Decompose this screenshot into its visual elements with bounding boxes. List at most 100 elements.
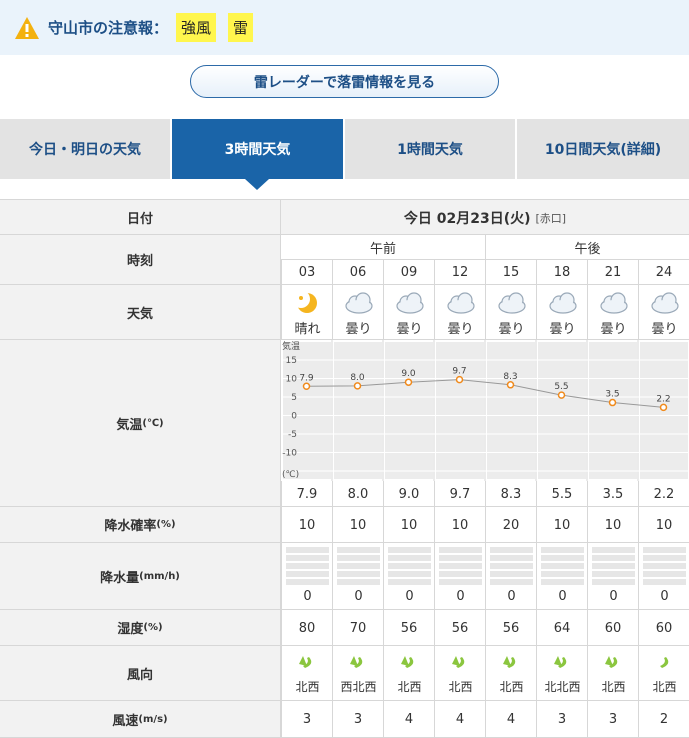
- precip-amount-cell: 0: [638, 543, 689, 610]
- humidity-unit: (%): [143, 622, 163, 633]
- rain-bar: [439, 547, 482, 553]
- wind-direction-text: 北西: [397, 680, 422, 694]
- rain-bar: [337, 547, 380, 553]
- cloud-icon: [345, 292, 373, 314]
- rain-bar: [388, 547, 431, 553]
- humidity-cell: 80: [281, 610, 332, 646]
- rain-bar: [592, 563, 635, 569]
- weather-row: 天気 晴れ 曇り 曇り 曇り 曇り 曇り 曇り 曇り: [0, 284, 689, 340]
- weather-cell: 曇り: [434, 285, 485, 340]
- precip-amount-label: 降水量: [100, 570, 140, 586]
- alert-tag-thunder[interactable]: 雷: [228, 13, 254, 42]
- chart-tick-label: -5: [288, 430, 297, 440]
- temperature-data-label: 8.0: [350, 373, 365, 383]
- humidity-cell: 70: [332, 610, 383, 646]
- hours-row: 03 06 09 12 15 18 21 24: [281, 260, 689, 285]
- tab-3hour[interactable]: 3時間天気: [172, 119, 343, 179]
- precip-amount-value: 0: [456, 589, 465, 604]
- tab-today-tomorrow[interactable]: 今日・明日の天気: [0, 119, 170, 179]
- rain-bar: [541, 563, 584, 569]
- rain-bar: [388, 563, 431, 569]
- alert-tag-strong-wind[interactable]: 強風: [176, 13, 217, 42]
- humidity-cell: 64: [536, 610, 587, 646]
- precip-amount-cell: 0: [332, 543, 383, 610]
- precip-amount-row: 降水量 (mm/h) 0 0 0 0 0 0 0 0: [0, 542, 689, 610]
- chart-tick-label: 15: [286, 356, 297, 366]
- lightning-radar-button[interactable]: 雷レーダーで落雷情報を見る: [190, 65, 499, 98]
- warning-icon: [15, 16, 39, 39]
- weather-cell: 曇り: [587, 285, 638, 340]
- date-row: 日付 今日 02月23日(火) [赤口]: [0, 199, 689, 235]
- wind-speed-cell: 3: [332, 701, 383, 738]
- alert-banner: 守山市の注意報： 強風 雷: [0, 0, 689, 55]
- weather-cell: 曇り: [383, 285, 434, 340]
- precip-amount-value: 0: [558, 589, 567, 604]
- rain-bar: [388, 555, 431, 561]
- humidity-header: 湿度 (%): [0, 610, 281, 645]
- rain-bar: [541, 571, 584, 577]
- wind-arrow-icon: [503, 656, 516, 668]
- rain-bar: [337, 579, 380, 585]
- wind-speed-cell: 2: [638, 701, 689, 738]
- rain-bar: [490, 563, 533, 569]
- chart-column-bg: [436, 342, 484, 479]
- wind-direction-cell: 北北西: [536, 646, 587, 701]
- precip-prob-cell: 10: [332, 507, 383, 543]
- temperature-label: 気温: [116, 417, 143, 433]
- hour-cell: 09: [383, 260, 434, 285]
- humidity-cell: 60: [587, 610, 638, 646]
- weather-text: 曇り: [345, 322, 372, 337]
- cloud-icon: [447, 292, 475, 314]
- rain-bar: [388, 571, 431, 577]
- wind-direction-text: 北西: [499, 680, 524, 694]
- am-label: 午前: [369, 241, 396, 257]
- rain-bar: [286, 547, 329, 553]
- temperature-cell: 8.3: [485, 481, 536, 507]
- chart-tick-label: 0: [291, 412, 297, 422]
- temperature-data-label: 9.0: [401, 369, 416, 379]
- hour-cell: 24: [638, 260, 689, 285]
- rain-bar: [643, 547, 686, 553]
- precip-amount-cell: 0: [536, 543, 587, 610]
- weather-cell: 晴れ: [281, 285, 332, 340]
- tab-1hour[interactable]: 1時間天気: [345, 119, 515, 179]
- precip-amount-value: 0: [507, 589, 516, 604]
- wind-speed-cell: 3: [281, 701, 332, 738]
- precip-amount-header: 降水量 (mm/h): [0, 543, 281, 609]
- temperature-data-label: 2.2: [656, 394, 670, 404]
- rain-bar: [541, 547, 584, 553]
- temperature-chart: 気温 15 10 5 0 -5 -10 (℃) 7.9 8.0 9.0 9.7 8.3 5.5 3.5 2.2: [282, 340, 689, 481]
- tab-10day[interactable]: 10日間天気(詳細): [517, 119, 689, 179]
- precip-prob-cell: 10: [434, 507, 485, 543]
- chart-column-bg: [538, 342, 586, 479]
- rain-bar: [286, 555, 329, 561]
- rain-bar: [592, 547, 635, 553]
- time-row: 時刻 午前 午後 03 06 09 12 15 18 21 24: [0, 234, 689, 285]
- precip-prob-cell: 20: [485, 507, 536, 543]
- cloud-icon: [396, 292, 424, 314]
- precip-amount-value: 0: [660, 589, 669, 604]
- temperature-data-label: 8.3: [503, 372, 517, 382]
- pm-label: 午後: [485, 235, 689, 259]
- date-cell: 今日 02月23日(火) [赤口]: [281, 200, 689, 235]
- precip-amount-value: 0: [405, 589, 414, 604]
- wind-speed-cell: 4: [485, 701, 536, 738]
- humidity-cell: 60: [638, 610, 689, 646]
- precip-amount-cell: 0: [434, 543, 485, 610]
- temperature-data-label: 9.7: [452, 367, 466, 377]
- temperature-data-label: 3.5: [605, 390, 619, 400]
- chart-tick-label: -10: [282, 449, 297, 459]
- wind-direction-text: 北西: [601, 680, 626, 694]
- time-header: 時刻: [0, 235, 281, 284]
- wind-direction-text: 北北西: [544, 680, 581, 694]
- temperature-cell: 8.0: [332, 481, 383, 507]
- rain-bar: [439, 579, 482, 585]
- temperature-point: [557, 391, 566, 399]
- wind-arrow-icon: [554, 656, 567, 668]
- wind-direction-cell: 北西: [485, 646, 536, 701]
- precip-prob-cell: 10: [536, 507, 587, 543]
- wind-speed-cell: 3: [536, 701, 587, 738]
- weather-text: 曇り: [396, 322, 423, 337]
- humidity-cell: 56: [383, 610, 434, 646]
- rain-bar: [592, 555, 635, 561]
